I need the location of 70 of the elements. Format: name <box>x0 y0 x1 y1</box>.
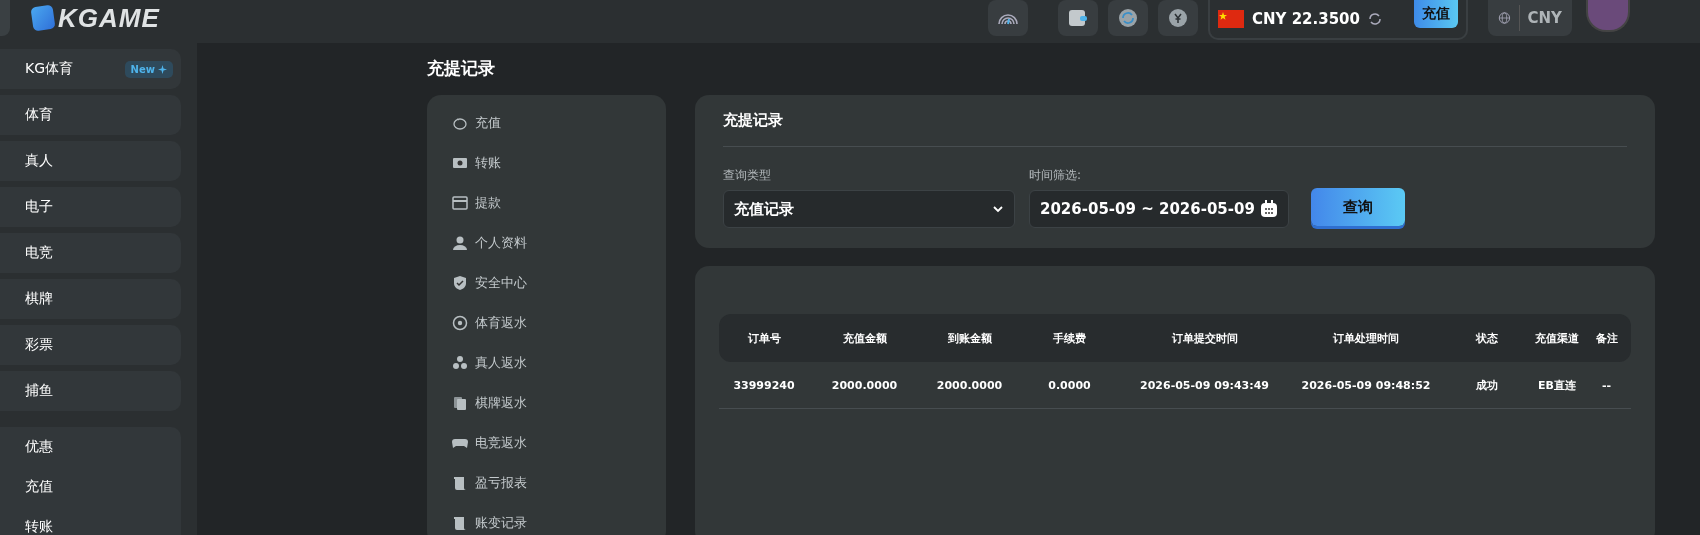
account-menu-item[interactable]: 棋牌返水 <box>475 394 527 412</box>
column-header: 充值金额 <box>841 330 888 346</box>
column-header: 到账金额 <box>946 330 993 346</box>
chevron-down-icon <box>992 205 1004 213</box>
yen-exchange-icon[interactable] <box>1158 0 1198 36</box>
account-menu-item[interactable]: 充值 <box>475 114 501 132</box>
chips-icon <box>452 355 468 371</box>
flag-icon <box>1218 10 1244 28</box>
sidebar-item[interactable]: 充值 <box>25 478 53 496</box>
field-label: 时间筛选: <box>1029 167 1083 184</box>
query-type-dropdown[interactable]: 充值记录 <box>723 190 1015 228</box>
refresh-icon[interactable] <box>1108 0 1148 36</box>
column-header: 充值渠道 <box>1534 330 1580 346</box>
column-header: 订单提交时间 <box>1170 330 1239 346</box>
table-cell-text: 2000.0000 <box>935 378 1004 392</box>
column-header: 订单处理时间 <box>1332 330 1400 346</box>
sparkle-icon <box>158 64 167 74</box>
currency-label: CNY <box>1527 9 1562 27</box>
sidebar-item[interactable]: 彩票 <box>25 336 53 354</box>
account-menu-item[interactable]: 真人返水 <box>475 354 527 372</box>
table-cell-text: 0.0000 <box>1047 378 1092 392</box>
user-icon <box>452 235 468 251</box>
account-menu-item[interactable]: 体育返水 <box>475 314 527 332</box>
sidebar-item[interactable]: 棋牌 <box>25 290 53 308</box>
search-button[interactable]: 查询 <box>1311 188 1405 226</box>
language-currency-selector[interactable]: CNY <box>1488 0 1572 36</box>
date-range-field[interactable]: 2026-05-09 ~ 2026-05-09 <box>1029 190 1289 228</box>
account-menu-item[interactable]: 账变记录 <box>475 514 527 532</box>
sidebar-item[interactable]: 优惠 <box>25 438 53 456</box>
account-menu-item[interactable]: 安全中心 <box>475 274 527 292</box>
table-cell-text: -- <box>1600 378 1613 392</box>
table-cell-text: EB直连 <box>1537 377 1577 393</box>
sidebar-item[interactable]: KG体育 <box>25 60 74 78</box>
soccer-ball-icon <box>452 315 468 331</box>
sidebar-item[interactable]: 电竞 <box>25 244 53 262</box>
page-title: 充提记录 <box>427 57 496 80</box>
account-menu-item[interactable]: 个人资料 <box>475 234 527 252</box>
banknote-icon <box>452 155 468 171</box>
wallet-icon[interactable] <box>1058 0 1098 36</box>
logo-mark-icon <box>30 4 56 32</box>
new-badge: New <box>124 60 173 78</box>
logo[interactable]: KGAME <box>32 0 160 36</box>
column-header: 手续费 <box>1052 330 1087 346</box>
refresh-icon[interactable] <box>1367 12 1382 26</box>
column-header: 订单号 <box>746 330 782 346</box>
table-cell-text: 33999240 <box>732 378 796 392</box>
playing-cards-icon <box>452 395 468 411</box>
deposit-button[interactable]: 充值 <box>1414 0 1458 28</box>
column-header: 备注 <box>1594 330 1619 346</box>
account-menu-item[interactable]: 盈亏报表 <box>475 474 527 492</box>
card-title: 充提记录 <box>723 95 1627 147</box>
account-menu-item[interactable]: 提款 <box>475 194 501 212</box>
table-cell-text: 成功 <box>1475 377 1499 393</box>
shield-check-icon <box>452 275 468 291</box>
speedometer-icon[interactable] <box>988 0 1028 36</box>
cash-drawer-icon <box>452 195 468 211</box>
sidebar-item[interactable]: 转账 <box>25 518 53 535</box>
sidebar-item[interactable]: 真人 <box>25 152 53 170</box>
calendar-icon <box>1260 200 1278 218</box>
account-menu-item[interactable]: 转账 <box>475 154 501 172</box>
table-cell-text: 2000.0000 <box>830 378 899 392</box>
sidebar-item[interactable]: 电子 <box>25 198 53 216</box>
table-cell-text: 2026-05-09 09:43:49 <box>1139 378 1270 392</box>
table-cell-text: 2026-05-09 09:48:52 <box>1300 378 1432 392</box>
sidebar-item[interactable]: 体育 <box>25 106 53 124</box>
sidebar-item[interactable]: 捕鱼 <box>25 382 53 400</box>
account-menu-item[interactable]: 电竞返水 <box>475 434 527 452</box>
field-label: 查询类型 <box>723 167 772 184</box>
balance-amount: CNY 22.3500 <box>1252 10 1360 28</box>
column-header: 状态 <box>1474 330 1499 346</box>
